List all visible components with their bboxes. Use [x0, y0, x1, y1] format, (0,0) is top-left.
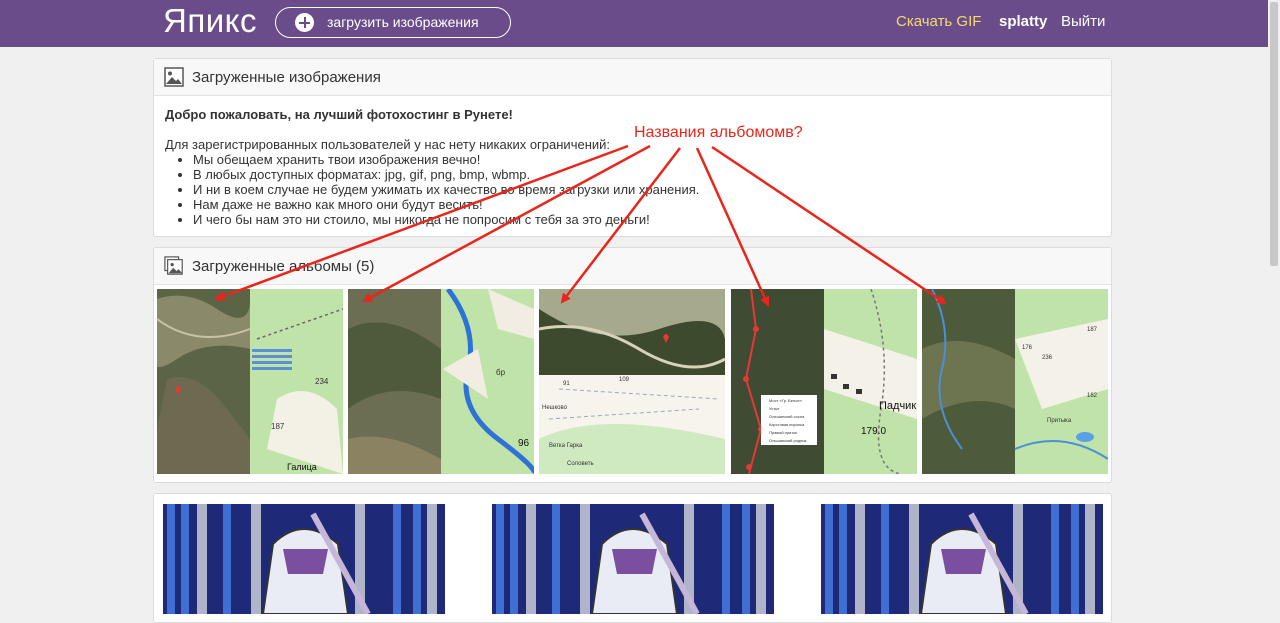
map-label: 179.0	[861, 426, 886, 437]
list-item: В любых доступных форматах: jpg, gif, pn…	[193, 167, 699, 182]
map-label: 91	[563, 381, 570, 387]
annotation-label: Названия альбомомв?	[634, 124, 803, 141]
map-label: Нешково	[542, 405, 568, 411]
legend-item: Карстовая воронка	[769, 422, 805, 427]
logout-link[interactable]: Выйти	[1061, 13, 1105, 30]
legend-item: Ольшанский родник	[769, 438, 807, 443]
list-item: Нам даже не важно как много они будут ве…	[193, 197, 699, 212]
map-label: 187	[271, 422, 285, 431]
map-label: 109	[619, 377, 630, 383]
image-thumbnail[interactable]	[821, 504, 1103, 614]
list-item: И чего бы нам это ни стоило, мы никогда …	[193, 212, 699, 227]
site-logo[interactable]: Япикс	[163, 2, 257, 40]
uploaded-images-panel: Загруженные изображения Добро пожаловать…	[153, 58, 1112, 237]
scrollbar-thumb[interactable]	[1270, 2, 1278, 266]
map-label: Соловеть	[567, 461, 594, 467]
features-list: Мы обещаем хранить твои изображения вечн…	[165, 152, 699, 227]
map-label: 234	[315, 377, 329, 386]
welcome-text: Добро пожаловать, на лучший фотохостинг …	[165, 107, 699, 227]
plus-icon	[295, 13, 314, 32]
album-thumbnail-1[interactable]: 234 187 Галица	[157, 289, 343, 474]
welcome-heading: Добро пожаловать, на лучший фотохостинг …	[165, 107, 513, 122]
album-thumbnail-2[interactable]: бр 96	[348, 289, 534, 474]
list-item: Мы обещаем хранить твои изображения вечн…	[193, 152, 699, 167]
image-thumbnail[interactable]	[492, 504, 774, 614]
album-thumbnail-3[interactable]: 91 109 Нешково Ветка Гарка Соловеть	[539, 289, 725, 474]
upload-button-label: загрузить изображения	[327, 14, 479, 30]
list-item: И ни в коем случае не будем ужимать их к…	[193, 182, 699, 197]
album-thumbnail-4[interactable]: Мост «Гр. Белое» Устье Олешинский сосна …	[731, 289, 917, 474]
map-label: Падчик	[879, 400, 916, 412]
legend-item: Олешинский сосна	[769, 414, 805, 419]
welcome-lead: Для зарегистрированных пользователей у н…	[165, 137, 611, 152]
map-label: Галица	[287, 462, 317, 472]
image-thumbnail[interactable]	[163, 504, 445, 614]
panel-title: Загруженные альбомы (5)	[192, 258, 375, 275]
user-profile-link[interactable]: splatty	[999, 13, 1047, 30]
map-label: 187	[1087, 327, 1098, 333]
legend-item: Устье	[769, 406, 780, 411]
download-gif-link[interactable]: Скачать GIF	[896, 13, 981, 30]
uploaded-albums-panel: Загруженные альбомы (5) 234 187 Галица б…	[153, 247, 1112, 483]
album-icon	[164, 256, 183, 275]
legend-item: Правый приток	[769, 430, 797, 435]
map-label: 236	[1042, 355, 1053, 361]
panel-title: Загруженные изображения	[192, 69, 381, 86]
map-label: бр	[496, 368, 506, 377]
image-icon	[164, 67, 184, 87]
top-header: Япикс загрузить изображения Скачать GIF …	[0, 0, 1280, 47]
map-label: 176	[1022, 345, 1033, 351]
panel-header: Загруженные изображения	[154, 59, 1111, 96]
map-label: 96	[518, 438, 530, 449]
page-scrollbar[interactable]	[1268, 0, 1280, 606]
map-label: 182	[1087, 393, 1098, 399]
panel-header: Загруженные альбомы (5)	[154, 248, 1111, 285]
images-grid-panel	[153, 493, 1112, 623]
legend-item: Мост «Гр. Белое»	[769, 398, 803, 403]
album-thumbnail-5[interactable]: 187 176 236 182 Притыка	[922, 289, 1108, 474]
map-label: Ветка Гарка	[549, 443, 583, 449]
upload-images-button[interactable]: загрузить изображения	[275, 7, 511, 38]
map-label: Притыка	[1047, 418, 1072, 424]
